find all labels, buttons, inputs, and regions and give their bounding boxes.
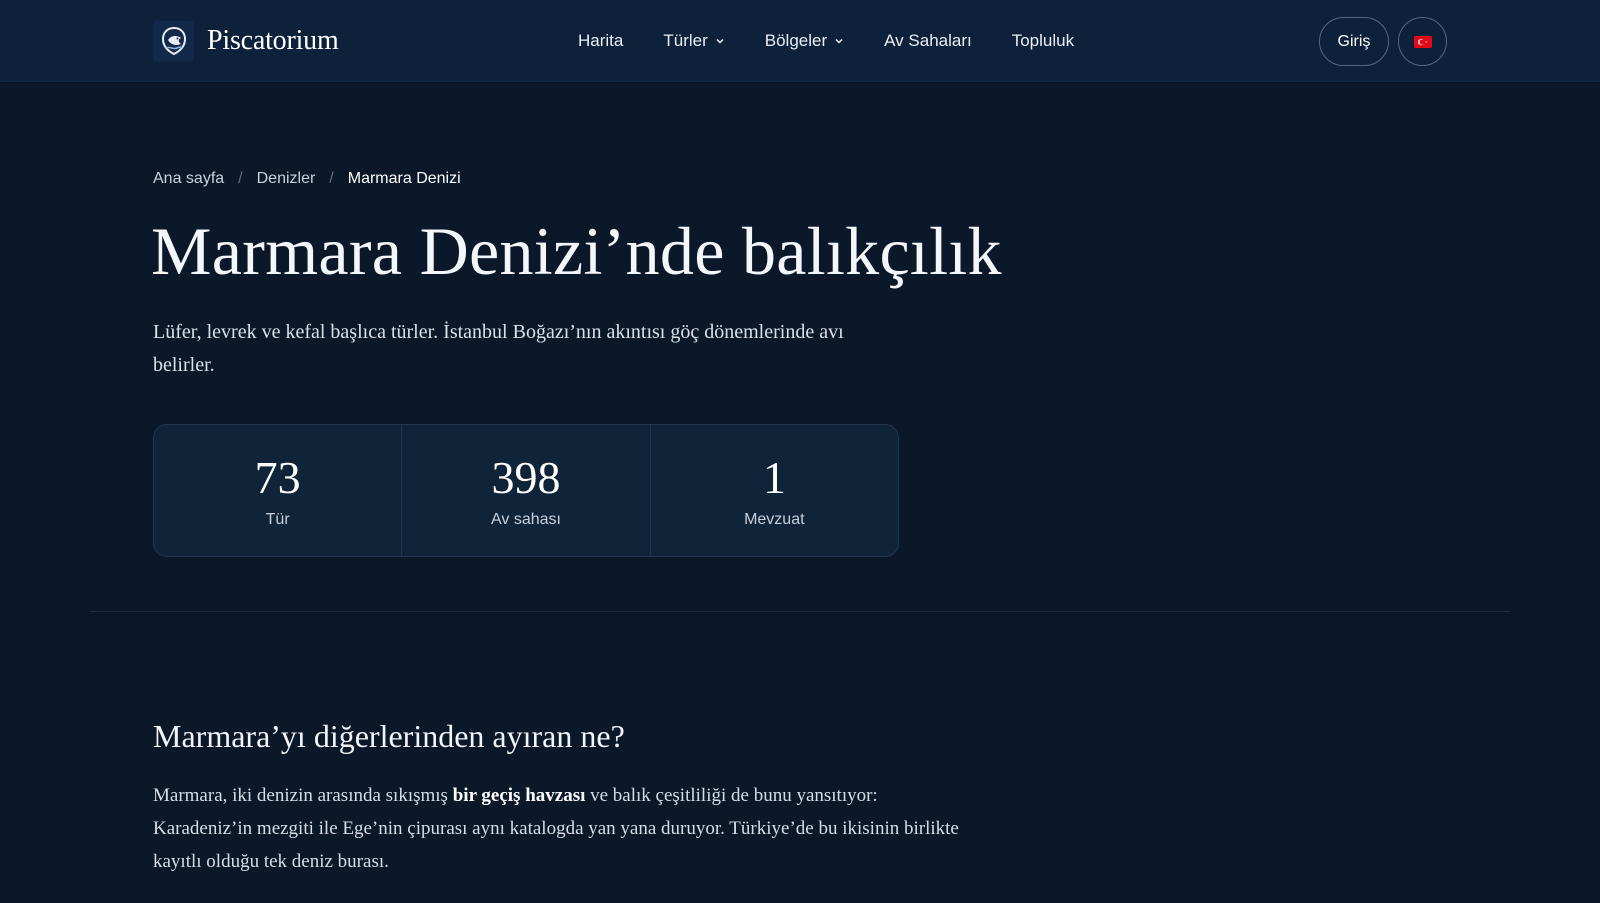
breadcrumb-separator: /	[238, 170, 243, 187]
section-text-before: Marmara, iki denizin arasında sıkışmış	[153, 785, 453, 806]
fish-logo-icon	[153, 20, 194, 62]
section-divider	[90, 611, 1510, 612]
stat-value: 73	[254, 451, 301, 503]
breadcrumb-separator: /	[329, 170, 334, 187]
nav-item-av-sahalari[interactable]: Av Sahaları	[884, 31, 972, 51]
page-title: Marmara Denizi’nde balıkçılık	[151, 213, 1002, 289]
language-button[interactable]	[1398, 17, 1447, 66]
chevron-down-icon	[716, 38, 724, 44]
breadcrumb-link-home[interactable]: Ana sayfa	[153, 170, 224, 188]
brand-home-link[interactable]: Piscatorium	[153, 20, 339, 62]
stat-value: 398	[491, 451, 561, 503]
login-button[interactable]: Giriş	[1319, 17, 1389, 66]
breadcrumb-current: Marmara Denizi	[347, 170, 461, 187]
stat-species: 73 Tür	[154, 425, 403, 556]
nav-item-label: Topluluk	[1011, 31, 1075, 50]
nav-item-label: Türler	[663, 31, 708, 50]
nav-item-bolgeler[interactable]: Bölgeler	[765, 31, 844, 51]
section-paragraph: Marmara, iki denizin arasında sıkışmış b…	[153, 779, 973, 878]
chevron-down-icon	[835, 38, 843, 44]
nav-item-topluluk[interactable]: Topluluk	[1012, 31, 1074, 51]
stat-regulations: 1 Mevzuat	[651, 425, 898, 556]
nav-item-label: Harita	[578, 31, 624, 50]
stats-card: 73 Tür 398 Av sahası 1 Mevzuat	[153, 424, 899, 557]
nav-item-turler[interactable]: Türler	[663, 31, 724, 51]
stat-value: 1	[762, 451, 786, 503]
stat-label: Av sahası	[491, 510, 561, 528]
section-text-bold: bir geçiş havzası	[452, 785, 586, 806]
brand-name: Piscatorium	[207, 25, 339, 56]
section-title: Marmara’yı diğerlerinden ayıran ne?	[153, 718, 625, 754]
nav-item-label: Av Sahaları	[884, 31, 972, 50]
top-navigation-bar: Piscatorium Harita Türler Bölgeler Av Sa…	[0, 0, 1600, 82]
breadcrumb-link-seas[interactable]: Denizler	[257, 170, 316, 188]
turkey-flag-icon	[1413, 35, 1432, 48]
stat-label: Tür	[265, 510, 290, 528]
nav-item-harita[interactable]: Harita	[578, 31, 623, 51]
main-nav: Harita Türler Bölgeler Av Sahaları Toplu…	[578, 28, 1074, 54]
stat-fishing-spots: 398 Av sahası	[402, 425, 651, 556]
stat-label: Mevzuat	[744, 510, 805, 528]
nav-item-label: Bölgeler	[764, 31, 828, 50]
page-lead: Lüfer, levrek ve kefal başlıca türler. İ…	[153, 321, 844, 376]
breadcrumb: Ana sayfa / Denizler / Marmara Denizi	[153, 170, 461, 188]
